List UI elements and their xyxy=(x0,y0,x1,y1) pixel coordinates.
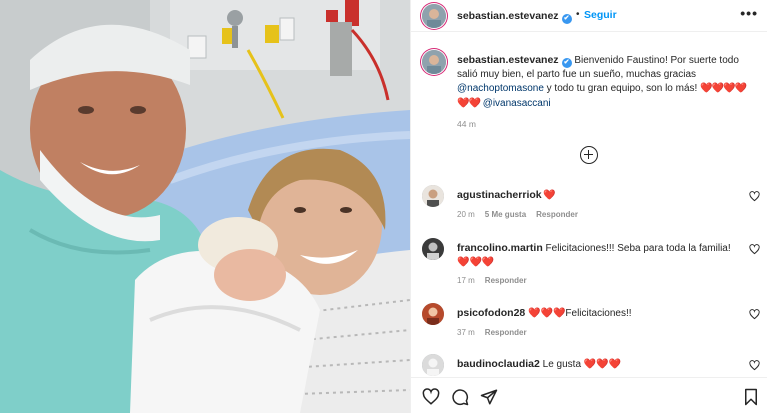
author-avatar[interactable] xyxy=(422,4,446,28)
comment-text: agustinacherriok ❤️ xyxy=(457,189,739,203)
commenter-avatar[interactable] xyxy=(422,303,444,325)
caption-timestamp[interactable]: 44 m xyxy=(457,119,476,129)
comment-body: Le gusta ❤️❤️❤️ xyxy=(539,359,622,370)
comment-username[interactable]: agustinacherriok xyxy=(457,189,542,201)
comment-username[interactable]: psicofodon28 xyxy=(457,307,525,319)
comment-meta: 20 m 5 Me gusta Responder xyxy=(457,210,588,219)
comment-body: ❤️❤️❤️Felicitaciones!! xyxy=(525,308,632,319)
heart-icon[interactable] xyxy=(422,388,440,406)
caption-avatar[interactable] xyxy=(422,50,446,74)
comment-time[interactable]: 20 m xyxy=(457,210,475,219)
caption-username[interactable]: sebastian.estevanez ✔ xyxy=(457,54,572,68)
reply-button[interactable]: Responder xyxy=(485,328,527,337)
comment-text: psicofodon28 ❤️❤️❤️Felicitaciones!! xyxy=(457,307,739,321)
commenter-avatar[interactable] xyxy=(422,185,444,207)
profile-photo-icon xyxy=(422,50,446,74)
plus-circle-icon[interactable] xyxy=(580,146,598,164)
comment-body: ❤️ xyxy=(541,190,555,201)
reply-button[interactable]: Responder xyxy=(536,210,578,219)
comment-username[interactable]: francolino.martin xyxy=(457,242,543,254)
post-photo[interactable] xyxy=(0,0,410,413)
commenter-avatar[interactable] xyxy=(422,238,444,260)
comment-text: francolino.martin Felicitaciones!!! Seba… xyxy=(457,242,739,269)
comment-meta: 37 m Responder xyxy=(457,328,537,337)
caption-text: sebastian.estevanez ✔ Bienvenido Faustino… xyxy=(457,53,757,111)
share-icon[interactable] xyxy=(480,388,498,406)
comment-meta: 17 m Responder xyxy=(457,276,537,285)
profile-photo-icon xyxy=(422,185,444,207)
verified-badge-icon: ✔ xyxy=(561,14,572,24)
post-actions-bar xyxy=(411,377,767,413)
profile-photo-icon xyxy=(422,4,446,28)
comment-time[interactable]: 17 m xyxy=(457,276,475,285)
post-sidebar: sebastian.estevanez ✔ • Seguir ••• sebast… xyxy=(410,0,767,413)
profile-photo-icon xyxy=(422,303,444,325)
profile-photo-icon xyxy=(422,354,444,376)
header-separator: • xyxy=(576,9,580,20)
mention-link[interactable]: @ivanasaccani xyxy=(483,98,551,109)
like-comment-heart-icon[interactable] xyxy=(749,191,760,202)
more-options-icon[interactable]: ••• xyxy=(740,5,758,21)
like-comment-heart-icon[interactable] xyxy=(749,244,760,255)
verified-badge-icon: ✔ xyxy=(561,58,572,68)
mention-link[interactable]: @nachoptomasone xyxy=(457,83,544,94)
profile-photo-icon xyxy=(422,238,444,260)
reply-button[interactable]: Responder xyxy=(485,276,527,285)
like-comment-heart-icon[interactable] xyxy=(749,360,760,371)
caption-body-2: y todo tu gran equipo, son lo más! xyxy=(543,83,701,95)
comment-item: agustinacherriok ❤️ 20 m 5 Me gusta Respon… xyxy=(411,185,767,235)
commenter-avatar[interactable] xyxy=(422,354,444,376)
bookmark-icon[interactable] xyxy=(742,388,760,406)
post-header: sebastian.estevanez ✔ • Seguir ••• xyxy=(411,0,767,32)
comment-likes[interactable]: 5 Me gusta xyxy=(485,210,526,219)
like-comment-heart-icon[interactable] xyxy=(749,309,760,320)
comment-time[interactable]: 37 m xyxy=(457,328,475,337)
comment-username[interactable]: baudinoclaudia2 xyxy=(457,358,540,370)
author-username[interactable]: sebastian.estevanez ✔ xyxy=(457,10,572,24)
comment-icon[interactable] xyxy=(451,388,469,406)
comment-item: francolino.martin Felicitaciones!!! Seba… xyxy=(411,238,767,288)
post-photo-image xyxy=(0,0,410,413)
comment-text: baudinoclaudia2 Le gusta ❤️❤️❤️ xyxy=(457,358,739,372)
follow-button[interactable]: Seguir xyxy=(584,9,617,21)
comment-item: psicofodon28 ❤️❤️❤️Felicitaciones!! 37 m… xyxy=(411,303,767,353)
